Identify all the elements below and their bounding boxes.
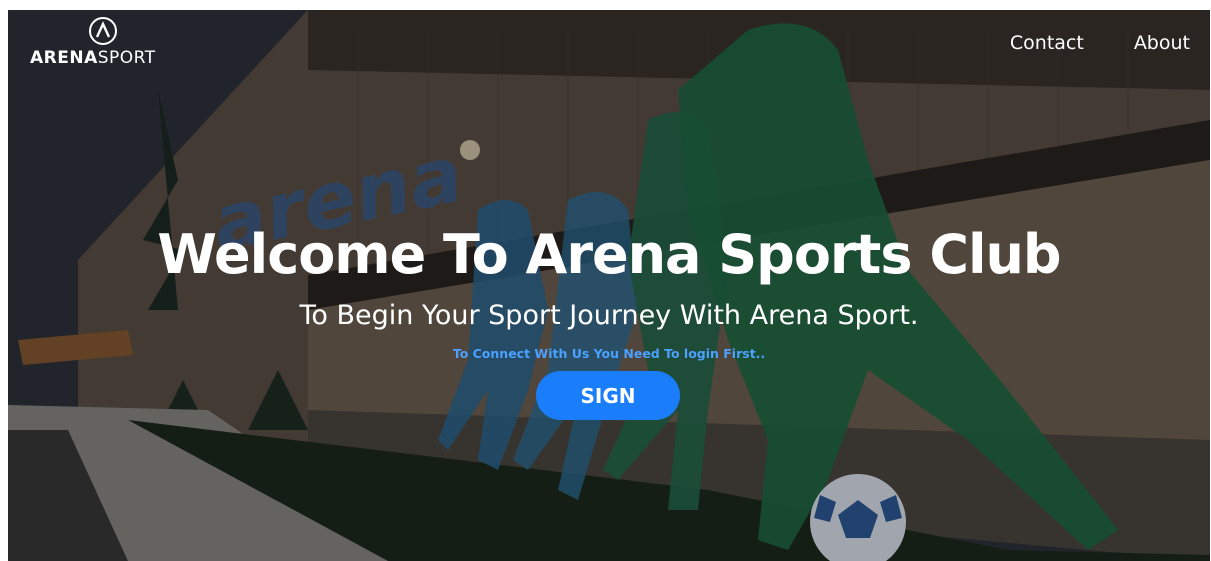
- hero-headline: Welcome To Arena Sports Club: [157, 223, 1061, 286]
- sign-button[interactable]: SIGN: [536, 371, 680, 420]
- site-logo[interactable]: ARENASPORT: [30, 16, 180, 76]
- nav-link-about[interactable]: About: [1134, 32, 1190, 54]
- logo-wordmark: ARENASPORT: [30, 48, 156, 68]
- login-notice: To Connect With Us You Need To login Fir…: [452, 346, 766, 361]
- logo-wordmark-bold: ARENA: [30, 48, 98, 68]
- hero-section: arena ARENASPORT Contact About Welcome T…: [8, 10, 1210, 561]
- nav-link-contact[interactable]: Contact: [1010, 32, 1084, 54]
- arena-logo-icon: [89, 17, 117, 45]
- hero-subline: To Begin Your Sport Journey With Arena S…: [299, 300, 919, 331]
- top-nav: Contact About: [1010, 32, 1190, 54]
- logo-wordmark-light: SPORT: [97, 48, 156, 68]
